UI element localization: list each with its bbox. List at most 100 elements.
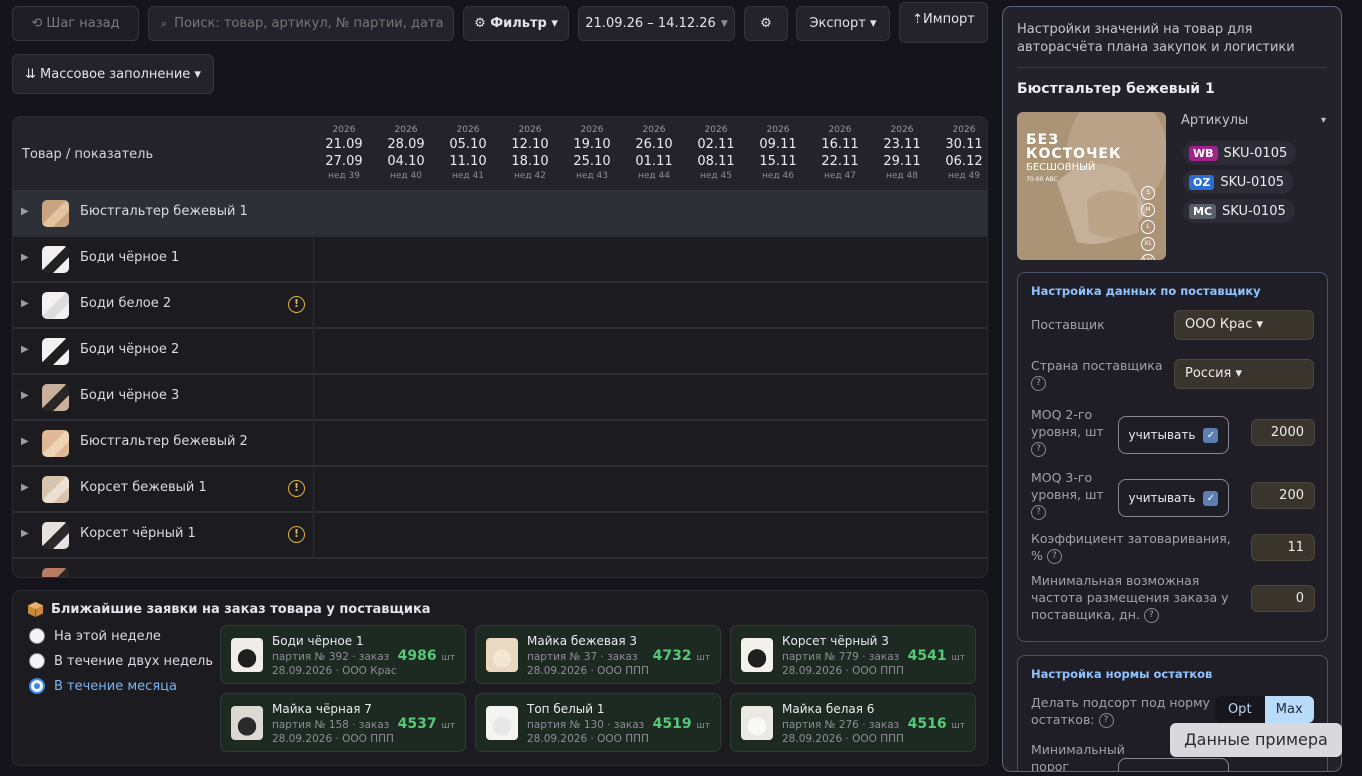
help-icon[interactable]: ? <box>1031 505 1046 520</box>
panel-divider <box>1017 67 1327 68</box>
order-product-name: Майка бежевая 3 <box>527 634 637 648</box>
help-icon[interactable]: ? <box>1143 608 1159 623</box>
warning-icon[interactable]: ! <box>288 480 305 497</box>
table-row[interactable]: ▶ Боди белое 2! <box>13 283 987 329</box>
order-card[interactable]: Боди чёрное 1 партия № 392 · заказ 28.09.2… <box>220 625 466 684</box>
moq2-toggle-label: учитывать <box>1128 428 1196 442</box>
order-product-thumbnail <box>741 638 773 672</box>
sku-code: SKU-0105 <box>1222 203 1286 219</box>
week-end-date: 06.12 <box>945 154 983 169</box>
sku-chip[interactable]: WB SKU-0105 <box>1183 141 1297 165</box>
week-number: нед 48 <box>886 171 918 181</box>
order-quantity-value: 4516 <box>907 716 947 732</box>
week-column: 2026 21.09 27.09 нед 39 <box>313 125 375 183</box>
order-quantity: 4537 шт <box>398 716 455 732</box>
moq3-consider-toggle[interactable]: учитывать ✓ <box>1118 479 1229 517</box>
order-card[interactable]: Майка чёрная 7 партия № 158 · заказ 28.09.… <box>220 693 466 752</box>
order-card[interactable]: Топ белый 1 партия № 130 · заказ 28.09.202… <box>475 693 721 752</box>
country-select[interactable]: Россия ▾ <box>1174 359 1314 389</box>
min-threshold-control[interactable] <box>1118 758 1229 771</box>
min-frequency-input[interactable]: 0 <box>1251 585 1315 612</box>
period-radio[interactable]: В течение месяца <box>29 678 177 694</box>
week-year: 2026 <box>518 125 542 135</box>
week-year: 2026 <box>642 125 666 135</box>
order-card[interactable]: Майка белая 6 партия № 276 · заказ 28.09.2… <box>730 693 976 752</box>
table-row[interactable] <box>13 559 987 577</box>
undo-button[interactable]: ⟲ Шаг назад <box>12 6 139 41</box>
filter-button[interactable]: ⚙ Фильтр ▾ <box>463 6 569 41</box>
order-product-name: Корсет чёрный 3 <box>782 634 889 648</box>
expand-icon[interactable]: ▶ <box>21 482 29 493</box>
week-end-date: 08.11 <box>697 154 735 169</box>
table-row[interactable]: ▶ Бюстгальтер бежевый 1 <box>13 191 987 237</box>
period-radio[interactable]: На этой неделе <box>29 628 161 644</box>
period-label: В течение двух недель <box>54 653 214 669</box>
size-mark: S <box>1141 186 1155 200</box>
help-icon[interactable]: ? <box>1046 549 1062 564</box>
table-row[interactable]: ▶ Боди чёрное 3 <box>13 375 987 421</box>
sku-chip[interactable]: MC SKU-0105 <box>1183 199 1295 223</box>
sku-chip[interactable]: OZ SKU-0105 <box>1183 170 1294 194</box>
date-range-picker[interactable]: 21.09.26 – 14.12.26 ▼ <box>578 6 735 41</box>
column-divider <box>313 513 314 559</box>
table-row[interactable]: ▶ Корсет чёрный 1! <box>13 513 987 559</box>
period-radio[interactable]: В течение двух недель <box>29 653 213 669</box>
box-icon <box>28 602 43 617</box>
table-row[interactable]: ▶ Боди чёрное 2 <box>13 329 987 375</box>
overstock-input[interactable]: 11 <box>1251 534 1315 561</box>
help-icon[interactable]: ? <box>1098 713 1114 728</box>
expand-icon[interactable]: ▶ <box>21 298 29 309</box>
order-date-supplier: 28.09.2026 · ООО ППП <box>527 665 649 677</box>
order-date-supplier: 28.09.2026 · ООО ППП <box>272 733 394 745</box>
table-row[interactable]: ▶ Боди чёрное 1 <box>13 237 987 283</box>
expand-icon[interactable]: ▶ <box>21 528 29 539</box>
week-year: 2026 <box>456 125 480 135</box>
search-input[interactable] <box>174 16 445 31</box>
grid-header: Товар / показатель 2026 21.09 27.09 нед 39 2… <box>13 117 987 191</box>
table-row[interactable]: ▶ Бюстгальтер бежевый 2 <box>13 421 987 467</box>
expand-icon[interactable]: ▶ <box>21 390 29 401</box>
help-icon[interactable]: ? <box>1031 376 1046 391</box>
week-start-date: 05.10 <box>449 137 487 152</box>
product-thumbnail <box>42 522 69 549</box>
search-box[interactable]: ⌕ <box>148 6 454 41</box>
opt-option[interactable]: Opt <box>1215 696 1265 723</box>
product-name: Боди чёрное 1 <box>80 250 180 265</box>
warning-icon[interactable]: ! <box>288 296 305 313</box>
order-date-supplier: 28.09.2026 · ООО ППП <box>782 665 904 677</box>
order-quantity-unit: шт <box>951 721 965 731</box>
import-button[interactable]: ⇡Импорт <box>899 2 988 43</box>
order-batch: партия № 276 · заказ <box>782 719 900 731</box>
moq2-input[interactable]: 2000 <box>1251 419 1315 446</box>
supplier-settings-section: Настройка данных по поставщику Поставщик… <box>1017 272 1328 642</box>
order-quantity-unit: шт <box>441 721 455 731</box>
warning-icon[interactable]: ! <box>288 526 305 543</box>
moq3-input[interactable]: 200 <box>1251 482 1315 509</box>
expand-icon[interactable]: ▶ <box>21 252 29 263</box>
order-batch: партия № 130 · заказ <box>527 719 645 731</box>
supplier-select[interactable]: ООО Крас ▾ <box>1174 310 1314 340</box>
period-label: В течение месяца <box>54 678 177 694</box>
size-mark: M <box>1141 203 1155 217</box>
order-batch: партия № 779 · заказ <box>782 651 900 663</box>
column-divider <box>313 421 314 467</box>
max-option[interactable]: Max <box>1264 696 1314 723</box>
bulk-fill-button[interactable]: ⇊ Массовое заполнение ▾ <box>12 54 214 94</box>
marketplace-badge: MC <box>1189 203 1217 219</box>
order-meta: партия № 276 · заказ 28.09.2026 · ООО ППП <box>782 718 904 746</box>
order-quantity-value: 4541 <box>907 648 947 664</box>
expand-icon[interactable]: ▶ <box>21 206 29 217</box>
settings-button[interactable]: ⚙ <box>744 6 788 41</box>
help-icon[interactable]: ? <box>1031 442 1046 457</box>
table-row[interactable]: ▶ Корсет бежевый 1! <box>13 467 987 513</box>
articles-toggle-icon[interactable]: ▾ <box>1321 115 1326 126</box>
export-button[interactable]: Экспорт ▾ <box>796 6 890 41</box>
order-card[interactable]: Майка бежевая 3 партия № 37 · заказ 28.09.… <box>475 625 721 684</box>
expand-icon[interactable]: ▶ <box>21 436 29 447</box>
expand-icon[interactable]: ▶ <box>21 344 29 355</box>
moq2-consider-toggle[interactable]: учитывать ✓ <box>1118 416 1229 454</box>
week-end-date: 04.10 <box>387 154 425 169</box>
order-card[interactable]: Корсет чёрный 3 партия № 779 · заказ 28.09… <box>730 625 976 684</box>
product-thumbnail <box>42 384 69 411</box>
radio-circle <box>29 628 45 644</box>
